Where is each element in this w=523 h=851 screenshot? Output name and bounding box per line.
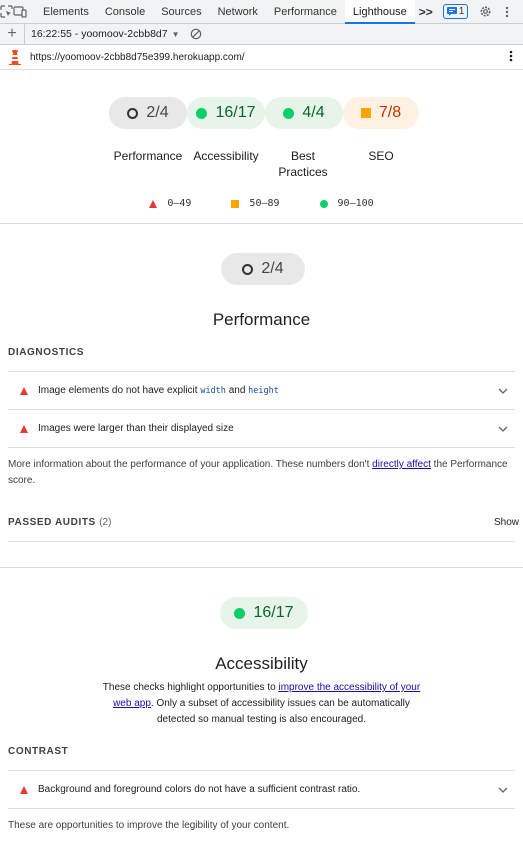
audit-color-contrast[interactable]: Background and foreground colors do not …: [8, 771, 515, 808]
passed-audits-heading[interactable]: PASSED AUDITS (2): [8, 517, 111, 528]
na-ring-icon: [242, 263, 254, 275]
gauge-performance[interactable]: 2/4: [109, 97, 187, 129]
show-passed-audits-button[interactable]: Show: [494, 517, 519, 528]
category-label-best-practices[interactable]: Best Practices: [264, 148, 342, 180]
chevron-down-icon[interactable]: [497, 385, 509, 397]
tab-performance[interactable]: Performance: [266, 0, 345, 24]
average-square-icon: [360, 108, 371, 118]
legend-pass-range: 90–100: [337, 198, 374, 209]
inspect-element-icon[interactable]: [0, 0, 13, 24]
new-report-button[interactable]: +: [0, 25, 24, 43]
gauge-seo-value: 7/8: [378, 104, 402, 121]
lighthouse-report-toolbar: + 16:22:55 - yoomoov-2cbb8d7 ▼: [0, 23, 523, 45]
best-practices-line-2: Practices: [278, 165, 328, 179]
settings-gear-icon[interactable]: [474, 0, 496, 24]
contrast-heading: CONTRAST: [8, 746, 69, 757]
divider: [8, 447, 515, 448]
issues-count: 1: [458, 6, 465, 17]
accessibility-title: Accessibility: [215, 654, 308, 673]
audit-unsized-images[interactable]: Image elements do not have explicit widt…: [8, 372, 515, 409]
report-menu-icon[interactable]: [499, 50, 523, 65]
directly-affect-link[interactable]: directly affect: [372, 459, 431, 470]
chevron-down-icon[interactable]: [497, 423, 509, 435]
devtools-tab-bar: Elements Console Sources Network Perform…: [0, 0, 523, 24]
score-scale-legend: 0–49 50–89 90–100: [0, 198, 523, 209]
audit-color-contrast-title: Background and foreground colors do not …: [38, 784, 361, 795]
average-square-icon: [231, 199, 240, 208]
performance-section-score: 2/4: [261, 260, 284, 277]
clear-reports-icon[interactable]: [190, 28, 202, 40]
gauge-accessibility-value: 16/17: [215, 104, 256, 121]
audit-oversized-images-title: Images were larger than their displayed …: [38, 423, 234, 434]
report-selector-label: 16:22:55 - yoomoov-2cbb8d7: [31, 28, 168, 40]
divider: [8, 808, 515, 809]
more-tabs-button[interactable]: >>: [415, 5, 437, 19]
legend-fail: 0–49: [149, 198, 191, 209]
accessibility-section-score: 16/17: [253, 604, 294, 621]
best-practices-line-1: Best: [290, 149, 315, 163]
chevron-down-icon: ▼: [171, 29, 180, 39]
audit-unsized-images-title: Image elements do not have explicit widt…: [38, 385, 279, 396]
na-ring-icon: [127, 107, 139, 119]
tab-console[interactable]: Console: [97, 0, 153, 24]
report-selector[interactable]: 16:22:55 - yoomoov-2cbb8d7 ▼: [24, 23, 186, 45]
issues-icon: [446, 7, 457, 16]
legend-pass: 90–100: [319, 198, 374, 209]
divider: [8, 541, 515, 542]
tab-sources[interactable]: Sources: [153, 0, 209, 24]
fail-triangle-icon: [20, 386, 28, 395]
gauge-seo[interactable]: 7/8: [343, 97, 419, 129]
category-label-seo[interactable]: SEO: [342, 148, 420, 164]
performance-section-gauge: 2/4: [221, 253, 305, 285]
pass-dot-icon: [234, 607, 246, 619]
customize-menu-icon[interactable]: [496, 0, 518, 24]
pass-dot-icon: [196, 107, 208, 119]
section-divider: [0, 223, 523, 224]
accessibility-section-gauge: 16/17: [220, 597, 308, 629]
close-devtools-icon[interactable]: [518, 0, 523, 24]
audit-oversized-images[interactable]: Images were larger than their displayed …: [8, 410, 515, 447]
legend-average-range: 50–89: [249, 198, 280, 209]
audited-url[interactable]: https://yoomoov-2cbb8d75e399.herokuapp.c…: [30, 52, 245, 63]
lighthouse-logo-icon: [0, 49, 30, 65]
tab-elements[interactable]: Elements: [35, 0, 97, 24]
tab-lighthouse[interactable]: Lighthouse: [344, 0, 415, 24]
issues-badge[interactable]: 1: [442, 4, 469, 19]
category-label-performance[interactable]: Performance: [108, 148, 188, 164]
gauge-best-practices[interactable]: 4/4: [265, 97, 343, 129]
chevron-down-icon[interactable]: [497, 784, 509, 796]
accessibility-description: These checks highlight opportunities to …: [102, 682, 421, 725]
fail-triangle-icon: [20, 424, 28, 433]
contrast-info-text: These are opportunities to improve the l…: [8, 820, 290, 831]
category-label-accessibility[interactable]: Accessibility: [186, 148, 266, 164]
report-url-bar: https://yoomoov-2cbb8d75e399.herokuapp.c…: [0, 45, 523, 70]
section-divider: [0, 567, 523, 568]
tab-network[interactable]: Network: [210, 0, 266, 24]
fail-triangle-icon: [149, 199, 158, 208]
pass-circle-icon: [319, 199, 328, 208]
legend-average: 50–89: [231, 198, 280, 209]
device-toolbar-icon[interactable]: [13, 0, 27, 24]
diagnostics-heading: DIAGNOSTICS: [8, 347, 85, 358]
performance-title: Performance: [212, 310, 311, 329]
performance-info-text: More information about the performance o…: [8, 459, 508, 486]
gauge-best-practices-value: 4/4: [302, 104, 325, 121]
legend-fail-range: 0–49: [167, 198, 192, 209]
gauge-performance-value: 2/4: [146, 104, 169, 121]
pass-dot-icon: [283, 107, 295, 119]
gauge-accessibility[interactable]: 16/17: [187, 97, 265, 129]
fail-triangle-icon: [20, 785, 28, 794]
